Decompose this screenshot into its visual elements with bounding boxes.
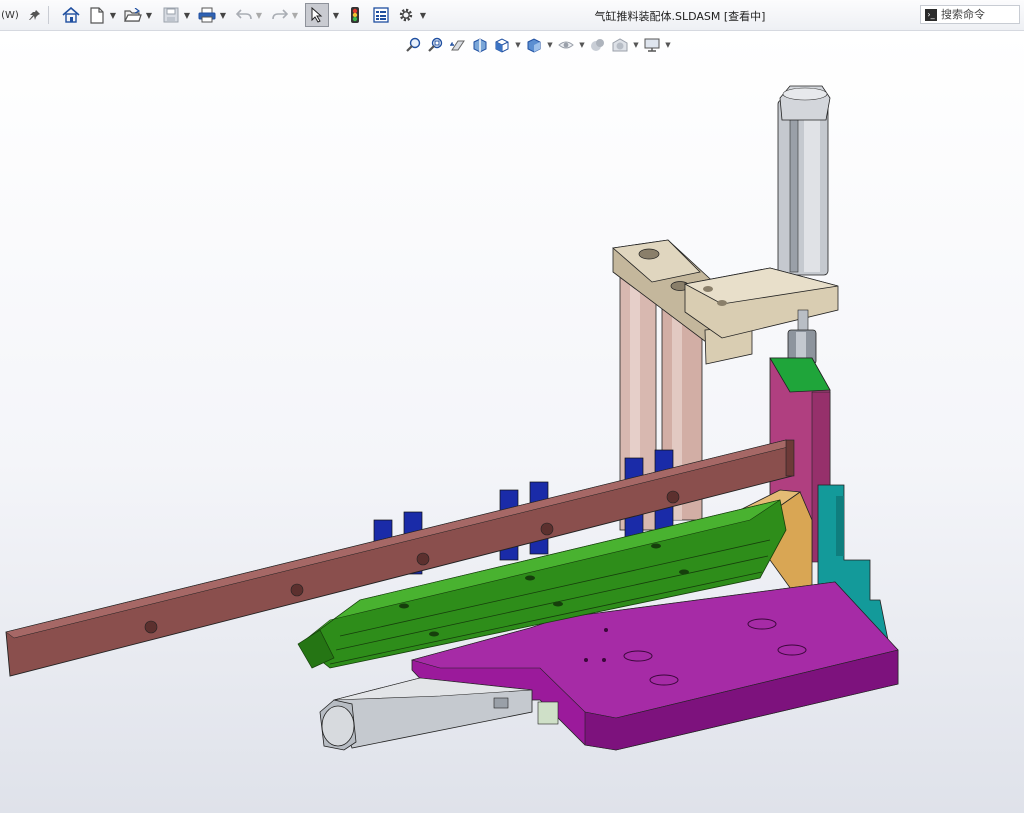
search-input[interactable]	[941, 8, 1017, 21]
new-dropdown-chevron-down-icon[interactable]: ▼	[108, 4, 118, 26]
pin-icon[interactable]	[26, 4, 44, 26]
graphics-area[interactable]: ▼ ▼ ▼ ▼ ▼	[0, 31, 1024, 813]
file-properties-icon[interactable]	[370, 4, 392, 26]
toolbar-separator	[48, 6, 49, 24]
select-dropdown-chevron-down-icon[interactable]: ▼	[331, 4, 341, 26]
options-dropdown-chevron-down-icon[interactable]: ▼	[418, 4, 428, 26]
title-bar: (W) ▼ ▼ ▼ ▼ ▼ ▼ ▼ ▼ 气缸推料装配体.SLDASM [查看中]	[0, 0, 1024, 31]
horizontal-air-cylinder	[319, 677, 533, 751]
undo-dropdown-chevron-down-icon[interactable]: ▼	[254, 4, 264, 26]
home-icon[interactable]	[60, 4, 82, 26]
open-folder-icon[interactable]	[122, 4, 144, 26]
vertical-air-cylinder	[777, 85, 831, 276]
open-dropdown-chevron-down-icon[interactable]: ▼	[144, 4, 154, 26]
undo-icon[interactable]	[234, 4, 254, 26]
select-cursor-icon[interactable]	[305, 3, 329, 27]
print-dropdown-chevron-down-icon[interactable]: ▼	[218, 4, 228, 26]
window-menu-fragment[interactable]: (W)	[0, 4, 20, 26]
command-prompt-icon: ›_	[925, 8, 937, 21]
new-document-icon[interactable]	[86, 4, 108, 26]
redo-dropdown-chevron-down-icon[interactable]: ▼	[290, 4, 300, 26]
options-gear-icon[interactable]	[396, 4, 416, 26]
save-icon[interactable]	[160, 4, 182, 26]
document-title: 气缸推料装配体.SLDASM [查看中]	[594, 10, 766, 23]
search-box[interactable]: ›_	[920, 5, 1020, 24]
traffic-light-icon[interactable]	[346, 4, 364, 26]
print-icon[interactable]	[196, 4, 218, 26]
redo-icon[interactable]	[270, 4, 290, 26]
assembly-model[interactable]	[0, 31, 1024, 813]
save-dropdown-chevron-down-icon[interactable]: ▼	[182, 4, 192, 26]
